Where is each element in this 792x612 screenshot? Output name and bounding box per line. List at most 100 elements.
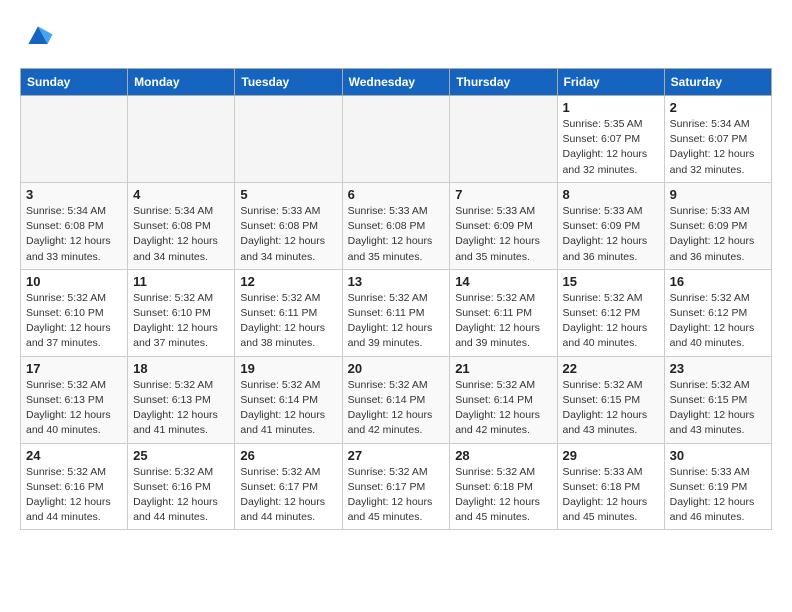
day-number: 14: [455, 274, 551, 289]
calendar-cell: [450, 96, 557, 183]
calendar-cell: 28 Sunrise: 5:32 AM Sunset: 6:18 PM Dayli…: [450, 443, 557, 530]
day-number: 11: [133, 274, 229, 289]
calendar-cell: [342, 96, 450, 183]
calendar-cell: 15 Sunrise: 5:32 AM Sunset: 6:12 PM Dayli…: [557, 269, 664, 356]
day-info: Sunrise: 5:32 AM Sunset: 6:18 PM Dayligh…: [455, 465, 551, 526]
day-number: 9: [670, 187, 766, 202]
calendar-week-4: 17 Sunrise: 5:32 AM Sunset: 6:13 PM Dayli…: [21, 356, 772, 443]
day-number: 30: [670, 448, 766, 463]
day-number: 5: [240, 187, 336, 202]
calendar-cell: 29 Sunrise: 5:33 AM Sunset: 6:18 PM Dayli…: [557, 443, 664, 530]
day-info: Sunrise: 5:32 AM Sunset: 6:17 PM Dayligh…: [240, 465, 336, 526]
day-number: 24: [26, 448, 122, 463]
calendar-cell: 27 Sunrise: 5:32 AM Sunset: 6:17 PM Dayli…: [342, 443, 450, 530]
weekday-header-wednesday: Wednesday: [342, 69, 450, 96]
calendar-cell: 5 Sunrise: 5:33 AM Sunset: 6:08 PM Daylig…: [235, 182, 342, 269]
day-info: Sunrise: 5:32 AM Sunset: 6:12 PM Dayligh…: [670, 291, 766, 352]
day-number: 10: [26, 274, 122, 289]
calendar-cell: 16 Sunrise: 5:32 AM Sunset: 6:12 PM Dayli…: [664, 269, 771, 356]
day-number: 25: [133, 448, 229, 463]
weekday-header-friday: Friday: [557, 69, 664, 96]
day-info: Sunrise: 5:32 AM Sunset: 6:16 PM Dayligh…: [26, 465, 122, 526]
logo: [20, 20, 54, 52]
calendar-cell: 3Sunrise: 5:34 AM Sunset: 6:08 PM Daylig…: [21, 182, 128, 269]
day-number: 8: [563, 187, 659, 202]
day-info: Sunrise: 5:33 AM Sunset: 6:09 PM Dayligh…: [455, 204, 551, 265]
day-number: 17: [26, 361, 122, 376]
day-info: Sunrise: 5:32 AM Sunset: 6:11 PM Dayligh…: [455, 291, 551, 352]
calendar-cell: 22Sunrise: 5:32 AM Sunset: 6:15 PM Dayli…: [557, 356, 664, 443]
calendar-cell: 8 Sunrise: 5:33 AM Sunset: 6:09 PM Daylig…: [557, 182, 664, 269]
day-info: Sunrise: 5:34 AM Sunset: 6:08 PM Dayligh…: [133, 204, 229, 265]
calendar-week-1: 1 Sunrise: 5:35 AM Sunset: 6:07 PM Daylig…: [21, 96, 772, 183]
calendar-cell: 6 Sunrise: 5:33 AM Sunset: 6:08 PM Daylig…: [342, 182, 450, 269]
day-number: 15: [563, 274, 659, 289]
calendar-cell: 21 Sunrise: 5:32 AM Sunset: 6:14 PM Dayli…: [450, 356, 557, 443]
calendar-cell: 4 Sunrise: 5:34 AM Sunset: 6:08 PM Daylig…: [128, 182, 235, 269]
calendar-cell: 11 Sunrise: 5:32 AM Sunset: 6:10 PM Dayli…: [128, 269, 235, 356]
calendar-cell: 12 Sunrise: 5:32 AM Sunset: 6:11 PM Dayli…: [235, 269, 342, 356]
day-info: Sunrise: 5:32 AM Sunset: 6:13 PM Dayligh…: [26, 378, 122, 439]
day-info: Sunrise: 5:34 AM Sunset: 6:07 PM Dayligh…: [670, 117, 766, 178]
calendar-cell: [21, 96, 128, 183]
day-number: 21: [455, 361, 551, 376]
calendar-cell: 20 Sunrise: 5:32 AM Sunset: 6:14 PM Dayli…: [342, 356, 450, 443]
day-info: Sunrise: 5:32 AM Sunset: 6:14 PM Dayligh…: [455, 378, 551, 439]
day-number: 16: [670, 274, 766, 289]
calendar-cell: 25 Sunrise: 5:32 AM Sunset: 6:16 PM Dayli…: [128, 443, 235, 530]
day-number: 3: [26, 187, 122, 202]
calendar-cell: 24 Sunrise: 5:32 AM Sunset: 6:16 PM Dayli…: [21, 443, 128, 530]
day-number: 29: [563, 448, 659, 463]
weekday-header-thursday: Thursday: [450, 69, 557, 96]
day-number: 12: [240, 274, 336, 289]
calendar-cell: 7 Sunrise: 5:33 AM Sunset: 6:09 PM Daylig…: [450, 182, 557, 269]
day-info: Sunrise: 5:32 AM Sunset: 6:11 PM Dayligh…: [240, 291, 336, 352]
day-number: 23: [670, 361, 766, 376]
day-number: 6: [348, 187, 445, 202]
day-info: Sunrise: 5:32 AM Sunset: 6:17 PM Dayligh…: [348, 465, 445, 526]
day-info: Sunrise: 5:33 AM Sunset: 6:08 PM Dayligh…: [240, 204, 336, 265]
weekday-header-saturday: Saturday: [664, 69, 771, 96]
day-number: 27: [348, 448, 445, 463]
calendar-cell: 14 Sunrise: 5:32 AM Sunset: 6:11 PM Dayli…: [450, 269, 557, 356]
calendar-week-5: 24 Sunrise: 5:32 AM Sunset: 6:16 PM Dayli…: [21, 443, 772, 530]
calendar-cell: [128, 96, 235, 183]
day-number: 26: [240, 448, 336, 463]
day-info: Sunrise: 5:33 AM Sunset: 6:18 PM Dayligh…: [563, 465, 659, 526]
calendar-cell: 1 Sunrise: 5:35 AM Sunset: 6:07 PM Daylig…: [557, 96, 664, 183]
day-number: 20: [348, 361, 445, 376]
page-header: [20, 20, 772, 52]
day-number: 22: [563, 361, 659, 376]
day-number: 18: [133, 361, 229, 376]
day-number: 7: [455, 187, 551, 202]
day-info: Sunrise: 5:32 AM Sunset: 6:12 PM Dayligh…: [563, 291, 659, 352]
calendar-cell: 9Sunrise: 5:33 AM Sunset: 6:09 PM Daylig…: [664, 182, 771, 269]
calendar-cell: 2Sunrise: 5:34 AM Sunset: 6:07 PM Daylig…: [664, 96, 771, 183]
logo-icon: [22, 20, 54, 52]
day-number: 19: [240, 361, 336, 376]
day-info: Sunrise: 5:32 AM Sunset: 6:11 PM Dayligh…: [348, 291, 445, 352]
day-info: Sunrise: 5:32 AM Sunset: 6:14 PM Dayligh…: [240, 378, 336, 439]
day-info: Sunrise: 5:32 AM Sunset: 6:10 PM Dayligh…: [133, 291, 229, 352]
calendar-week-3: 10 Sunrise: 5:32 AM Sunset: 6:10 PM Dayli…: [21, 269, 772, 356]
day-info: Sunrise: 5:33 AM Sunset: 6:19 PM Dayligh…: [670, 465, 766, 526]
day-info: Sunrise: 5:32 AM Sunset: 6:15 PM Dayligh…: [670, 378, 766, 439]
calendar-header-row: SundayMondayTuesdayWednesdayThursdayFrid…: [21, 69, 772, 96]
day-info: Sunrise: 5:32 AM Sunset: 6:14 PM Dayligh…: [348, 378, 445, 439]
day-info: Sunrise: 5:32 AM Sunset: 6:13 PM Dayligh…: [133, 378, 229, 439]
day-info: Sunrise: 5:32 AM Sunset: 6:10 PM Dayligh…: [26, 291, 122, 352]
calendar-cell: 18 Sunrise: 5:32 AM Sunset: 6:13 PM Dayli…: [128, 356, 235, 443]
day-info: Sunrise: 5:32 AM Sunset: 6:16 PM Dayligh…: [133, 465, 229, 526]
day-number: 4: [133, 187, 229, 202]
day-info: Sunrise: 5:33 AM Sunset: 6:09 PM Dayligh…: [563, 204, 659, 265]
calendar-cell: [235, 96, 342, 183]
day-info: Sunrise: 5:33 AM Sunset: 6:08 PM Dayligh…: [348, 204, 445, 265]
day-number: 28: [455, 448, 551, 463]
calendar-cell: 13Sunrise: 5:32 AM Sunset: 6:11 PM Dayli…: [342, 269, 450, 356]
calendar-week-2: 3 Sunrise: 5:34 AM Sunset: 6:08 PM Daylig…: [21, 182, 772, 269]
calendar-cell: 17 Sunrise: 5:32 AM Sunset: 6:13 PM Dayli…: [21, 356, 128, 443]
calendar-cell: 10 Sunrise: 5:32 AM Sunset: 6:10 PM Dayli…: [21, 269, 128, 356]
day-number: 1: [563, 100, 659, 115]
day-info: Sunrise: 5:35 AM Sunset: 6:07 PM Dayligh…: [563, 117, 659, 178]
calendar-table: SundayMondayTuesdayWednesdayThursdayFrid…: [20, 68, 772, 530]
